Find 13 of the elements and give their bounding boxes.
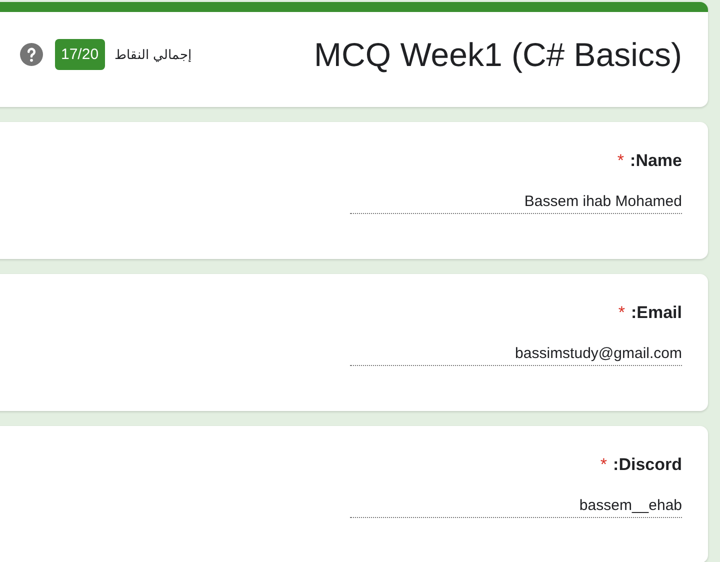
question-label: :Email — [630, 303, 682, 323]
required-asterisk: * — [600, 455, 608, 475]
score-label: إجمالي النقاط — [114, 47, 192, 62]
answer-field[interactable]: bassimstudy@gmail.com — [350, 345, 682, 366]
question-label: :Name — [630, 151, 682, 171]
required-asterisk: * — [618, 303, 625, 323]
answer-field[interactable]: bassem__ehab — [350, 497, 682, 518]
question-label: :Discord — [613, 455, 682, 475]
answer-field[interactable]: Bassem ihab Mohamed — [350, 193, 682, 214]
help-icon[interactable] — [20, 43, 43, 66]
form-title: MCQ Week1 (C# Basics) — [314, 36, 682, 74]
score-badge: 17/20 — [55, 39, 105, 70]
required-asterisk: * — [617, 151, 624, 171]
